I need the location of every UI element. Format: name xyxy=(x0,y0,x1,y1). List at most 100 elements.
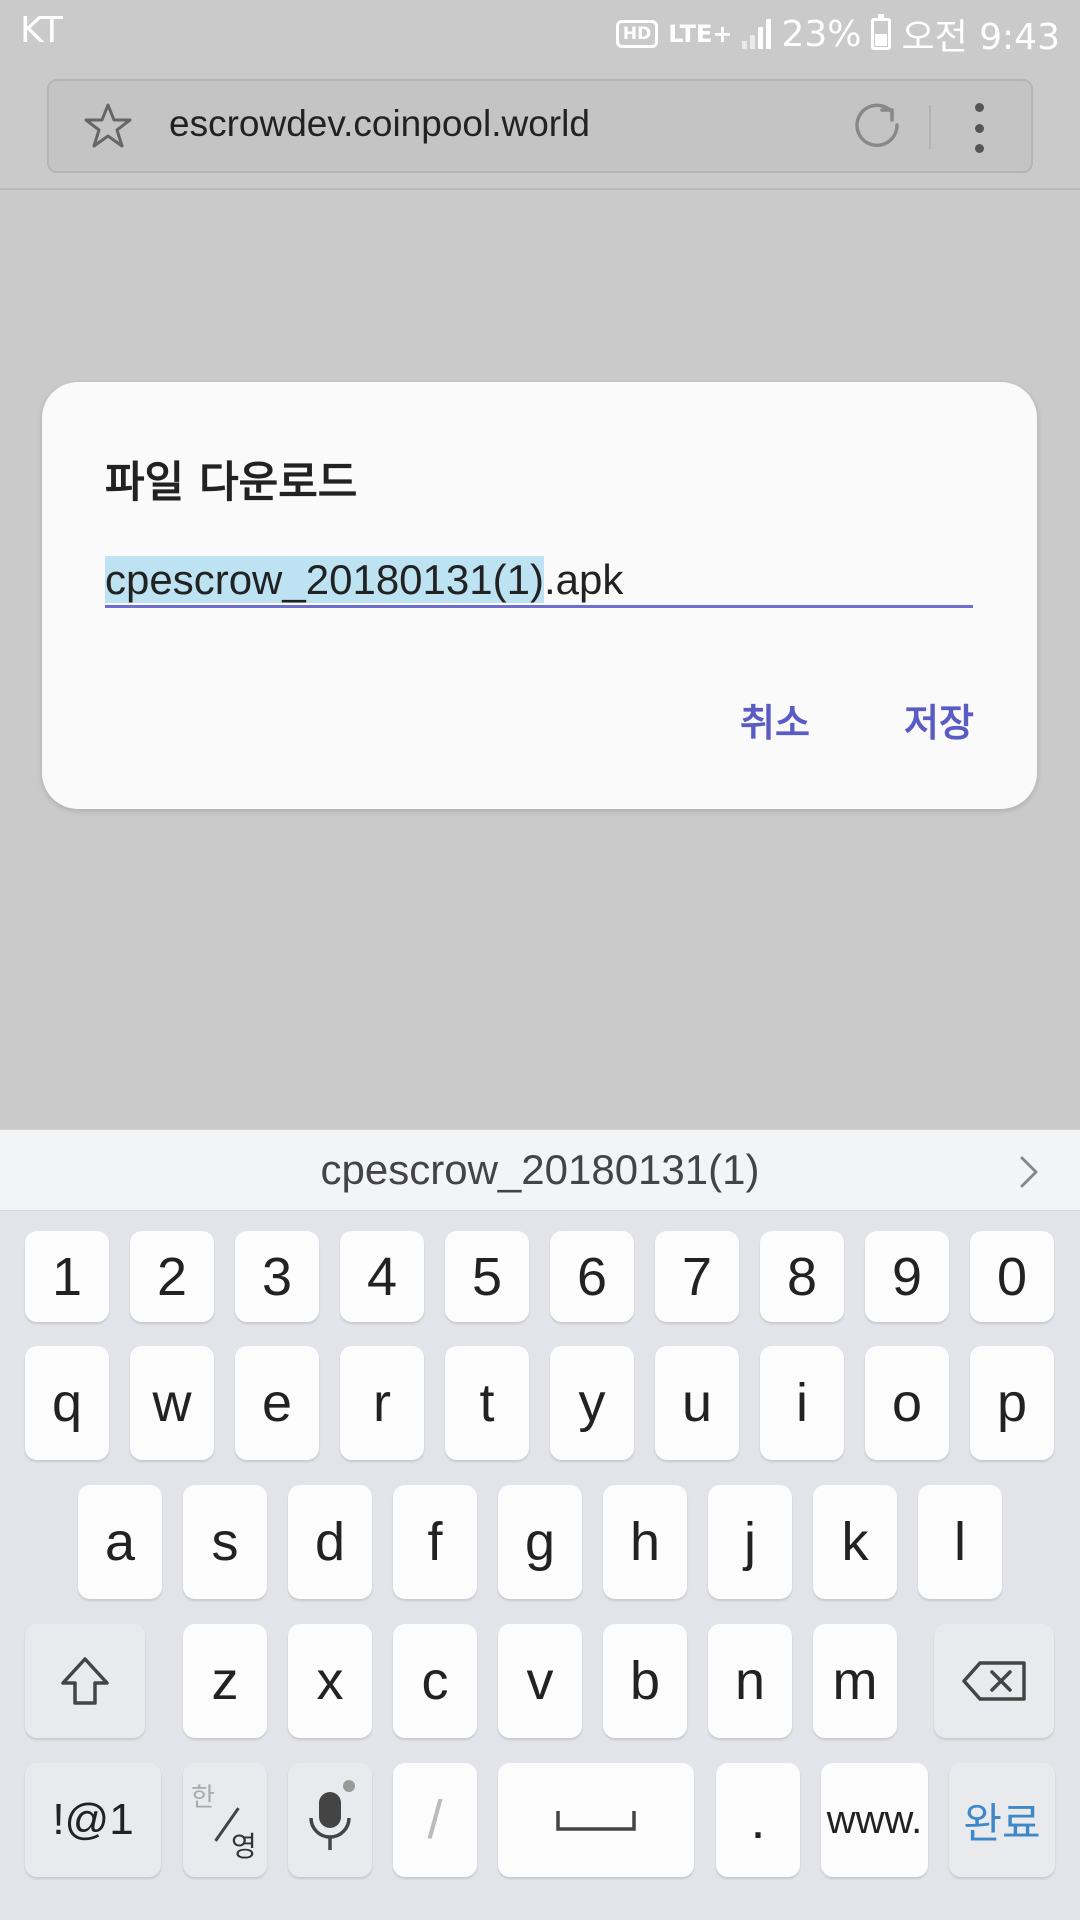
slash-label: / xyxy=(427,1790,443,1850)
url-bar[interactable]: escrowdev.coinpool.world xyxy=(47,79,1033,173)
key-r[interactable]: r xyxy=(340,1346,424,1460)
key-label: d xyxy=(314,1512,346,1572)
shift-icon xyxy=(61,1657,109,1705)
space-key[interactable] xyxy=(498,1763,694,1877)
key-6[interactable]: 6 xyxy=(550,1231,634,1322)
key-label: s xyxy=(211,1512,239,1572)
key-label: u xyxy=(681,1373,713,1433)
www-key[interactable]: www. xyxy=(821,1763,928,1877)
key-d[interactable]: d xyxy=(288,1485,372,1599)
key-h[interactable]: h xyxy=(603,1485,687,1599)
key-z[interactable]: z xyxy=(183,1624,267,1738)
hd-voice-icon: HD xyxy=(615,20,659,48)
key-3[interactable]: 3 xyxy=(235,1231,319,1322)
key-label: b xyxy=(629,1651,661,1711)
bookmark-star-icon[interactable] xyxy=(83,101,133,151)
key-label: w xyxy=(152,1373,192,1433)
reload-icon[interactable] xyxy=(851,101,905,155)
shift-key[interactable] xyxy=(25,1624,145,1738)
key-k[interactable]: k xyxy=(813,1485,897,1599)
key-label: 4 xyxy=(366,1246,398,1307)
save-button[interactable]: 저장 xyxy=(904,692,974,747)
key-label: y xyxy=(578,1373,606,1433)
key-label: n xyxy=(734,1651,766,1711)
space-icon xyxy=(556,1811,636,1831)
key-i[interactable]: i xyxy=(760,1346,844,1460)
url-text[interactable]: escrowdev.coinpool.world xyxy=(169,103,590,145)
key-q[interactable]: q xyxy=(25,1346,109,1460)
filename-text[interactable]: cpescrow_20180131(1).apk xyxy=(105,552,973,608)
www-label: www. xyxy=(826,1797,923,1842)
key-2[interactable]: 2 xyxy=(130,1231,214,1322)
toolbar-divider xyxy=(929,105,931,149)
cancel-button[interactable]: 취소 xyxy=(740,692,810,747)
suggestion-item[interactable]: cpescrow_20180131(1) xyxy=(0,1146,1080,1194)
key-label: 9 xyxy=(891,1246,923,1307)
chevron-right-icon[interactable] xyxy=(1014,1152,1044,1192)
period-label: . xyxy=(750,1790,766,1850)
key-9[interactable]: 9 xyxy=(865,1231,949,1322)
slash-key[interactable]: / xyxy=(393,1763,477,1877)
key-f[interactable]: f xyxy=(393,1485,477,1599)
key-label: e xyxy=(261,1373,293,1433)
filename-extension: .apk xyxy=(543,556,624,603)
done-key[interactable]: 완료 xyxy=(949,1763,1055,1877)
key-label: j xyxy=(744,1512,756,1572)
backspace-key[interactable] xyxy=(934,1624,1054,1738)
key-v[interactable]: v xyxy=(498,1624,582,1738)
key-s[interactable]: s xyxy=(183,1485,267,1599)
key-4[interactable]: 4 xyxy=(340,1231,424,1322)
key-l[interactable]: l xyxy=(918,1485,1002,1599)
language-key[interactable]: 한 영 xyxy=(183,1763,267,1877)
key-1[interactable]: 1 xyxy=(25,1231,109,1322)
key-label: 7 xyxy=(681,1246,713,1307)
key-label: z xyxy=(211,1651,239,1711)
status-bar: KT HD LTE+ 23% 오전 9:43 xyxy=(0,0,1080,62)
carrier-label: KT xyxy=(20,10,63,51)
key-label: 6 xyxy=(576,1246,608,1307)
key-label: f xyxy=(427,1512,443,1572)
key-label: v xyxy=(526,1651,554,1711)
key-j[interactable]: j xyxy=(708,1485,792,1599)
battery-percent: 23% xyxy=(781,13,862,55)
key-t[interactable]: t xyxy=(445,1346,529,1460)
key-x[interactable]: x xyxy=(288,1624,372,1738)
key-label: k xyxy=(841,1512,869,1572)
key-label: r xyxy=(373,1373,391,1433)
key-5[interactable]: 5 xyxy=(445,1231,529,1322)
done-label: 완료 xyxy=(963,1799,1041,1847)
more-menu-icon[interactable] xyxy=(971,103,987,153)
key-e[interactable]: e xyxy=(235,1346,319,1460)
key-n[interactable]: n xyxy=(708,1624,792,1738)
key-0[interactable]: 0 xyxy=(970,1231,1054,1322)
key-u[interactable]: u xyxy=(655,1346,739,1460)
key-7[interactable]: 7 xyxy=(655,1231,739,1322)
key-y[interactable]: y xyxy=(550,1346,634,1460)
key-a[interactable]: a xyxy=(78,1485,162,1599)
key-o[interactable]: o xyxy=(865,1346,949,1460)
symbols-key[interactable]: !@1 xyxy=(25,1763,161,1877)
dialog-title: 파일 다운로드 xyxy=(105,458,358,508)
key-label: 3 xyxy=(261,1246,293,1307)
key-label: h xyxy=(629,1512,661,1572)
signal-icon xyxy=(742,19,772,49)
filename-input[interactable]: cpescrow_20180131(1).apk xyxy=(105,552,973,608)
symbols-label: !@1 xyxy=(52,1795,134,1844)
key-c[interactable]: c xyxy=(393,1624,477,1738)
key-label: m xyxy=(832,1651,878,1711)
key-g[interactable]: g xyxy=(498,1485,582,1599)
key-w[interactable]: w xyxy=(130,1346,214,1460)
period-key[interactable]: . xyxy=(716,1763,800,1877)
key-label: 8 xyxy=(786,1246,818,1307)
key-label: 5 xyxy=(471,1246,503,1307)
key-p[interactable]: p xyxy=(970,1346,1054,1460)
key-b[interactable]: b xyxy=(603,1624,687,1738)
key-label: 0 xyxy=(996,1246,1028,1307)
key-label: q xyxy=(51,1373,83,1433)
key-8[interactable]: 8 xyxy=(760,1231,844,1322)
key-m[interactable]: m xyxy=(813,1624,897,1738)
key-label: c xyxy=(421,1651,449,1711)
suggestion-bar: cpescrow_20180131(1) xyxy=(0,1129,1080,1211)
voice-input-key[interactable] xyxy=(288,1763,372,1877)
backspace-icon xyxy=(962,1661,1026,1701)
